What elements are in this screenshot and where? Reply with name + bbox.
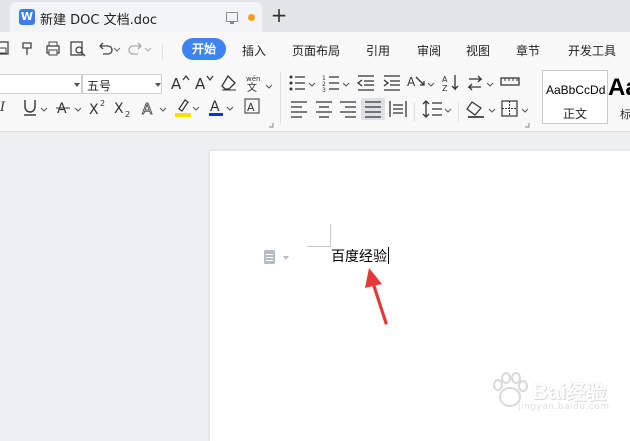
- decrease-indent-icon[interactable]: [356, 73, 376, 93]
- font-color-icon[interactable]: A: [208, 97, 234, 119]
- svg-text:A: A: [57, 101, 67, 117]
- svg-text:A: A: [171, 75, 182, 92]
- new-tab-button[interactable]: +: [269, 3, 289, 27]
- shading-icon[interactable]: [466, 99, 496, 119]
- sort-icon[interactable]: AZ: [442, 73, 462, 93]
- align-left-icon[interactable]: [290, 100, 308, 118]
- unsaved-indicator-dot: [248, 14, 255, 21]
- superscript-icon[interactable]: X2: [88, 98, 108, 118]
- save-icon[interactable]: [0, 41, 10, 55]
- grow-font-icon[interactable]: A: [170, 74, 190, 92]
- monitor-icon[interactable]: [226, 12, 238, 24]
- watermark-brand: Bai经验: [532, 379, 607, 404]
- style-gallery: AaBbCcDd 正文 Aa 标: [540, 70, 630, 126]
- svg-text:A: A: [142, 100, 153, 118]
- borders-icon[interactable]: [500, 99, 530, 119]
- chevron-down-icon: [155, 83, 161, 87]
- chevron-down-icon: [74, 83, 80, 87]
- strikethrough-icon[interactable]: A: [56, 98, 82, 118]
- style-normal-label: 正文: [563, 107, 588, 121]
- text-effect-icon[interactable]: A: [141, 98, 167, 118]
- svg-text:文: 文: [247, 81, 257, 93]
- style-normal[interactable]: AaBbCcDd 正文: [542, 70, 608, 124]
- style-heading-sample[interactable]: Aa: [608, 74, 630, 102]
- ribbon-separator: [458, 102, 459, 122]
- paragraph-handle-icon[interactable]: [264, 250, 275, 264]
- underline-icon[interactable]: [22, 98, 48, 118]
- svg-text:A: A: [210, 99, 220, 115]
- menu-bar: 开始 插入 页面布局 引用 审阅 视图 章节 开发工具: [0, 32, 630, 66]
- line-spacing-icon[interactable]: [422, 99, 452, 119]
- distributed-align-icon[interactable]: [389, 100, 409, 118]
- margin-marker-horizontal: [307, 246, 331, 247]
- phonetic-guide-icon[interactable]: wén文: [246, 73, 272, 93]
- svg-text:A: A: [407, 75, 416, 89]
- tab-page-layout[interactable]: 页面布局: [292, 42, 340, 59]
- justify-icon[interactable]: [364, 100, 382, 118]
- text-direction-icon[interactable]: A: [407, 73, 435, 93]
- watermark-url: jingyan.baidu.com: [518, 402, 610, 412]
- align-right-icon[interactable]: [339, 100, 357, 118]
- increase-indent-icon[interactable]: [382, 73, 402, 93]
- svg-text:3: 3: [322, 87, 326, 93]
- tab-references[interactable]: 引用: [366, 42, 390, 59]
- bullet-list-icon[interactable]: [288, 73, 316, 93]
- redo-icon[interactable]: [128, 41, 152, 57]
- document-tab-title: 新建 DOC 文档.doc: [40, 13, 158, 28]
- format-painter-icon[interactable]: [20, 41, 36, 57]
- svg-text:A: A: [247, 101, 255, 114]
- character-border-icon[interactable]: A: [244, 98, 262, 116]
- highlight-color-icon[interactable]: [174, 97, 200, 119]
- tab-home[interactable]: 开始: [182, 38, 226, 60]
- tab-developer[interactable]: 开发工具: [568, 42, 616, 59]
- numbered-list-icon[interactable]: 123: [322, 73, 350, 93]
- style-normal-sample: AaBbCcDd: [546, 83, 606, 97]
- margin-marker-vertical: [330, 224, 331, 247]
- style-heading-label: 标: [620, 108, 630, 121]
- svg-text:2: 2: [100, 99, 105, 108]
- svg-text:A: A: [195, 75, 206, 92]
- document-text-line[interactable]: 百度经验: [331, 247, 389, 266]
- svg-text:Z: Z: [442, 84, 448, 93]
- svg-text:A: A: [442, 75, 448, 84]
- red-arrow-annotation: [365, 268, 388, 325]
- align-center-icon[interactable]: [315, 100, 333, 118]
- svg-text:2: 2: [125, 110, 130, 118]
- svg-text:X: X: [89, 102, 99, 118]
- svg-text:X: X: [114, 101, 124, 117]
- text-caret: [388, 247, 389, 264]
- tab-chapter[interactable]: 章节: [516, 42, 540, 59]
- font-dialog-launcher-icon[interactable]: [268, 122, 274, 128]
- document-text: 百度经验: [331, 249, 387, 265]
- font-name-select[interactable]: [0, 74, 82, 94]
- tab-ruler-icon[interactable]: [500, 73, 522, 93]
- clear-format-icon[interactable]: [220, 74, 238, 92]
- menu-divider: [162, 44, 163, 60]
- print-preview-icon[interactable]: [70, 41, 86, 57]
- baidu-watermark: Bai经验 jingyan.baidu.com: [484, 372, 626, 412]
- ribbon-separator: [280, 72, 281, 124]
- subscript-icon[interactable]: X2: [113, 98, 135, 118]
- print-icon[interactable]: [45, 41, 61, 57]
- tab-view[interactable]: 视图: [466, 42, 490, 59]
- shrink-font-icon[interactable]: A: [194, 74, 214, 92]
- paragraph-settings-icon[interactable]: [466, 73, 494, 93]
- document-tab[interactable]: W 新建 DOC 文档.doc: [10, 2, 262, 32]
- title-bar: W 新建 DOC 文档.doc +: [0, 0, 630, 32]
- svg-text:wén: wén: [246, 75, 260, 83]
- tab-review[interactable]: 审阅: [417, 42, 441, 59]
- ribbon-separator: [414, 102, 415, 122]
- ribbon-home: 五号 A A wén 文 I A X2 X2 A A A 123 A AZ AaB…: [0, 66, 630, 132]
- tab-insert[interactable]: 插入: [242, 42, 266, 59]
- undo-icon[interactable]: [97, 41, 121, 57]
- font-size-value: 五号: [87, 79, 112, 93]
- font-size-select[interactable]: 五号: [82, 74, 162, 94]
- chevron-down-icon[interactable]: [283, 256, 289, 260]
- wps-writer-icon: W: [19, 9, 35, 25]
- paragraph-dialog-launcher-icon[interactable]: [524, 122, 530, 128]
- italic-icon[interactable]: I: [0, 100, 5, 116]
